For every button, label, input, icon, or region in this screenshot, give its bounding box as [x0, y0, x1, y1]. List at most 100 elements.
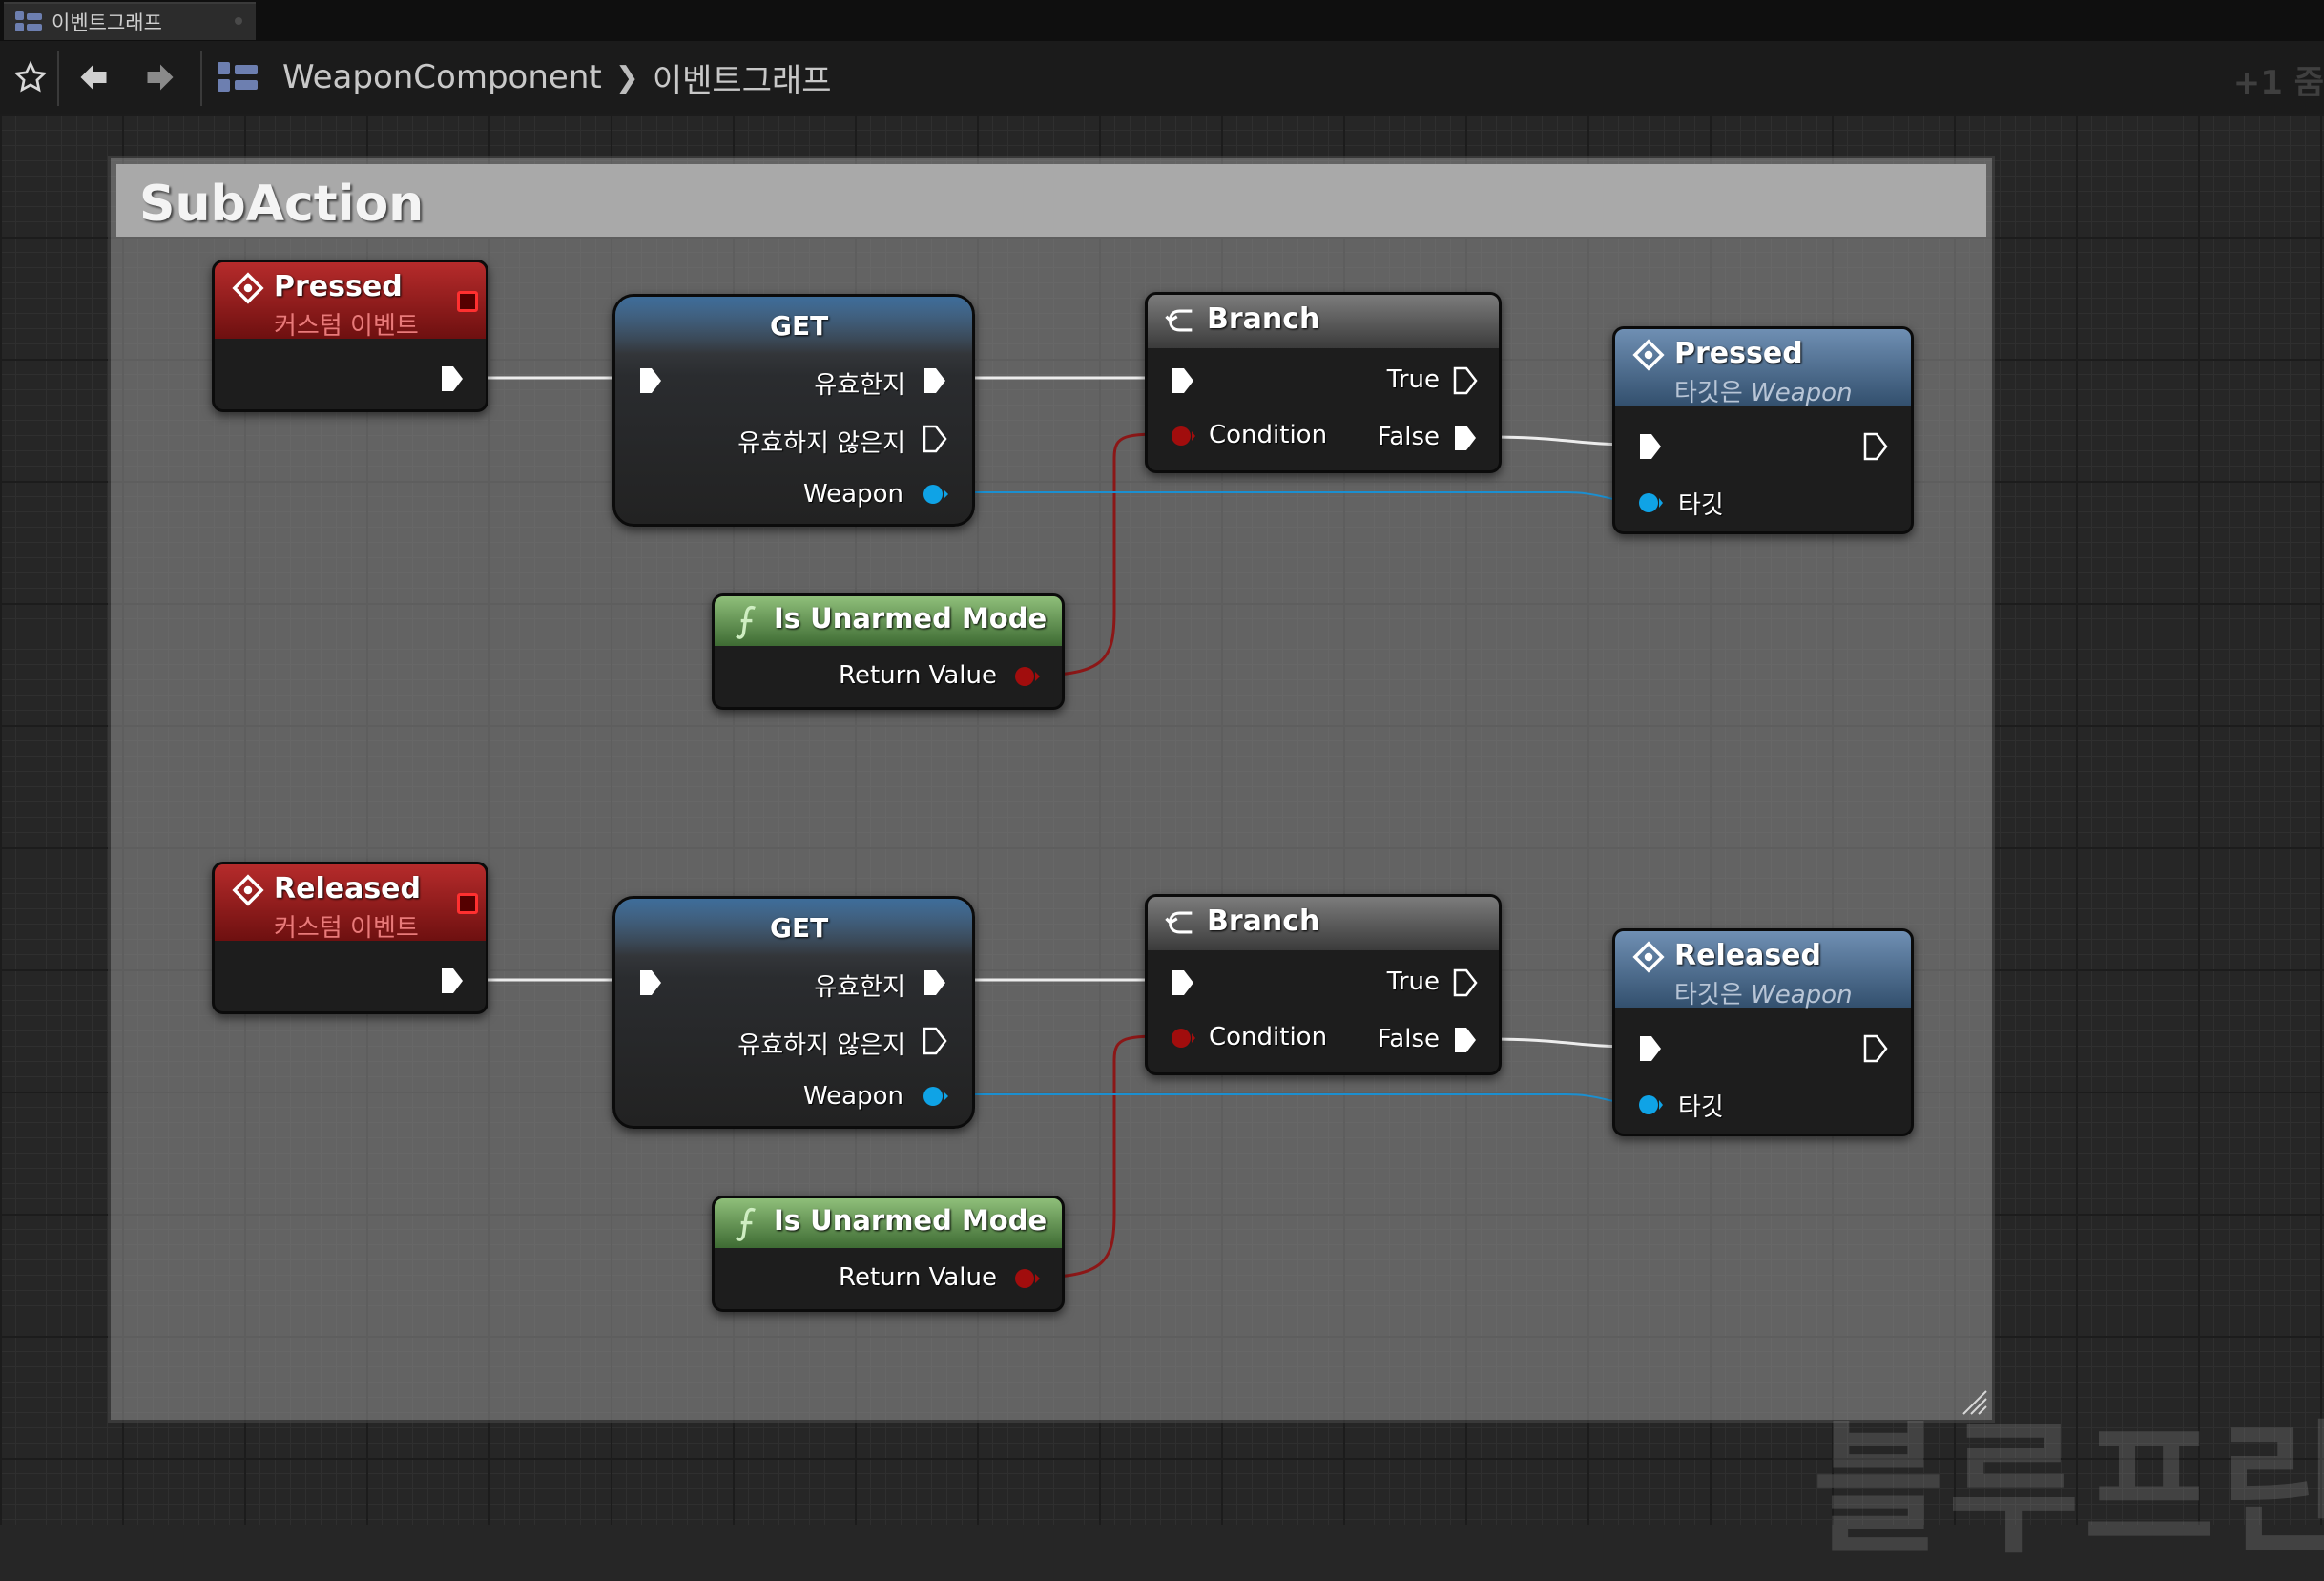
pin-label-false: False: [1377, 423, 1440, 451]
object-in-pin[interactable]: [1636, 1093, 1663, 1116]
favorite-button[interactable]: [6, 52, 55, 102]
forward-button[interactable]: [135, 52, 185, 102]
exec-in-pin[interactable]: [1638, 1034, 1663, 1063]
back-button[interactable]: [69, 52, 118, 102]
comment-header[interactable]: SubAction: [116, 164, 1986, 237]
event-diamond-icon: [232, 272, 264, 304]
bool-in-pin[interactable]: [1169, 425, 1195, 447]
delegate-pin-icon[interactable]: [457, 893, 478, 914]
node-subtitle: 타깃은 Weapon: [1674, 373, 1853, 408]
custom-event-node[interactable]: Pressed 커스텀 이벤트: [212, 260, 488, 412]
exec-in-pin[interactable]: [1638, 432, 1663, 461]
exec-in-pin[interactable]: [1171, 366, 1195, 395]
function-call-node[interactable]: Released 타깃은 Weapon 타깃: [1612, 928, 1914, 1136]
node-title: Is Unarmed Mode: [774, 602, 1048, 634]
pin-label-condition: Condition: [1209, 1023, 1328, 1051]
node-title: Released: [274, 872, 421, 905]
toolbar-divider: [57, 51, 59, 106]
node-subtitle: 타깃은 Weapon: [1674, 975, 1853, 1010]
object-out-pin[interactable]: [923, 483, 949, 506]
blueprint-icon: [218, 62, 259, 93]
breadcrumb-component[interactable]: WeaponComponent: [282, 58, 602, 96]
pin-label-target: 타깃: [1678, 491, 1724, 520]
node-subtitle: 커스텀 이벤트: [274, 914, 419, 943]
chevron-right-icon: ❯: [614, 60, 639, 94]
exec-out-pin[interactable]: [440, 364, 465, 393]
node-title: GET: [770, 912, 829, 944]
tab-close-icon[interactable]: [235, 17, 242, 25]
function-node[interactable]: Is Unarmed Mode Return Value: [712, 1196, 1065, 1312]
pin-label-valid: 유효한지: [814, 973, 905, 1002]
node-title: Branch: [1207, 905, 1320, 938]
graph-type-watermark: 블루프린트: [1813, 1407, 2324, 1573]
arrow-left-icon: [80, 64, 107, 91]
pin-label-return: Return Value: [839, 1263, 997, 1292]
exec-out-pin[interactable]: [1863, 1034, 1888, 1063]
call-diamond-icon: [1632, 339, 1665, 371]
target-class: Weapon: [1751, 981, 1853, 1009]
exec-out-pin-invalid[interactable]: [923, 425, 947, 453]
exec-out-pin-valid[interactable]: [923, 968, 947, 997]
node-title: Pressed: [274, 270, 403, 303]
exec-out-pin-false[interactable]: [1453, 424, 1478, 452]
target-prefix: 타깃은: [1674, 981, 1743, 1009]
validated-get-node[interactable]: GET 유효한지 유효하지 않은지 Weapon: [612, 294, 975, 527]
tab-label: 이벤트그래프: [52, 11, 162, 34]
branch-node[interactable]: Branch True Condition False: [1145, 894, 1502, 1075]
call-diamond-icon: [1632, 941, 1665, 973]
branch-icon: [1165, 911, 1193, 934]
pin-label-invalid: 유효하지 않은지: [737, 1031, 905, 1060]
pin-label-invalid: 유효하지 않은지: [737, 429, 905, 458]
exec-out-pin-true[interactable]: [1453, 366, 1478, 395]
node-title: Released: [1674, 939, 1821, 972]
pin-label-valid: 유효한지: [814, 371, 905, 400]
exec-out-pin-false[interactable]: [1453, 1026, 1478, 1054]
object-in-pin[interactable]: [1636, 491, 1663, 514]
node-title: Is Unarmed Mode: [774, 1204, 1048, 1237]
function-icon: [736, 1208, 756, 1241]
exec-in-pin[interactable]: [638, 968, 663, 997]
branch-icon: [1165, 309, 1193, 332]
exec-out-pin-invalid[interactable]: [923, 1027, 947, 1055]
delegate-pin-icon[interactable]: [457, 291, 478, 312]
validated-get-node[interactable]: GET 유효한지 유효하지 않은지 Weapon: [612, 896, 975, 1129]
bool-in-pin[interactable]: [1169, 1027, 1195, 1050]
pin-label-target: 타깃: [1678, 1093, 1724, 1122]
zoom-label: +1 줌: [2232, 64, 2324, 102]
arrow-right-icon: [147, 64, 174, 91]
node-title: Pressed: [1674, 337, 1803, 370]
tab-event-graph[interactable]: 이벤트그래프: [4, 2, 256, 40]
exec-out-pin-true[interactable]: [1453, 968, 1478, 997]
event-diamond-icon: [232, 874, 264, 906]
pin-label-false: False: [1377, 1025, 1440, 1053]
target-prefix: 타깃은: [1674, 379, 1743, 407]
branch-node[interactable]: Branch True Condition False: [1145, 292, 1502, 473]
function-node[interactable]: Is Unarmed Mode Return Value: [712, 593, 1065, 710]
bool-out-pin[interactable]: [1014, 1267, 1041, 1290]
comment-title: SubAction: [139, 176, 425, 233]
star-icon: [13, 60, 48, 93]
pin-label-weapon: Weapon: [802, 1082, 903, 1111]
object-out-pin[interactable]: [923, 1085, 949, 1108]
bool-out-pin[interactable]: [1014, 665, 1041, 688]
exec-out-pin[interactable]: [440, 967, 465, 995]
node-header: [1148, 897, 1499, 950]
exec-in-pin[interactable]: [1171, 968, 1195, 997]
pin-label-true: True: [1386, 365, 1440, 394]
function-icon: [736, 606, 756, 639]
toolbar: WeaponComponent ❯ 이벤트그래프 +1 줌: [0, 41, 2324, 114]
node-subtitle: 커스텀 이벤트: [274, 312, 419, 341]
pin-label-true: True: [1386, 967, 1440, 996]
blueprint-icon: [15, 11, 44, 32]
exec-out-pin[interactable]: [1863, 432, 1888, 461]
tab-bar: 이벤트그래프: [0, 0, 2324, 41]
node-header: [1148, 295, 1499, 348]
breadcrumb: WeaponComponent ❯ 이벤트그래프: [218, 54, 832, 100]
target-class: Weapon: [1751, 379, 1853, 407]
function-call-node[interactable]: Pressed 타깃은 Weapon 타깃: [1612, 326, 1914, 534]
custom-event-node[interactable]: Released 커스텀 이벤트: [212, 862, 488, 1014]
pin-label-condition: Condition: [1209, 421, 1328, 449]
exec-out-pin-valid[interactable]: [923, 366, 947, 395]
breadcrumb-graph[interactable]: 이벤트그래프: [653, 54, 832, 101]
exec-in-pin[interactable]: [638, 366, 663, 395]
